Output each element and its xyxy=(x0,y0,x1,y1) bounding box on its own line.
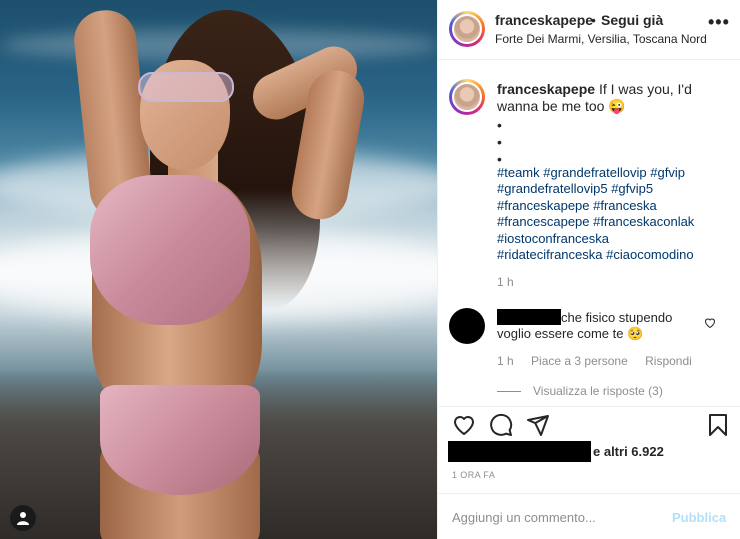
author-username[interactable]: franceskapepe xyxy=(495,12,593,28)
bookmark-icon[interactable] xyxy=(706,413,730,437)
comment-likes[interactable]: Piace a 3 persone xyxy=(531,354,628,368)
hashtag-link[interactable]: #francescapepe xyxy=(497,214,590,229)
commenter-username-redacted[interactable] xyxy=(497,309,561,325)
add-comment-bar: Pubblica xyxy=(438,493,740,539)
photo-subject xyxy=(0,0,437,539)
caption-time[interactable]: 1 h xyxy=(497,275,514,289)
hashtag-link[interactable]: #gfvip xyxy=(650,165,685,180)
post-header: franceskapepe • Segui già Forte Dei Marm… xyxy=(438,0,740,60)
caption-hashtags: #teamk #grandefratellovip #gfvip #grande… xyxy=(497,165,727,263)
following-button[interactable]: Segui già xyxy=(601,12,663,28)
post-timestamp[interactable]: 1 ORA FA xyxy=(452,470,495,480)
hashtag-link[interactable]: #franceska xyxy=(593,198,657,213)
hashtag-link[interactable]: #iostoconfranceska xyxy=(497,231,609,246)
likes-count[interactable]: e altri 6.922 xyxy=(593,444,664,459)
comment-text: che fisico stupendo xyxy=(561,310,673,325)
comment-meta: 1 h Piace a 3 persone Rispondi xyxy=(497,354,706,368)
caption-username[interactable]: franceskapepe xyxy=(497,81,595,97)
comment-icon[interactable] xyxy=(489,413,513,437)
post-actions xyxy=(438,406,740,442)
add-comment-input[interactable] xyxy=(452,510,652,525)
view-replies-button[interactable]: Visualizza le risposte (3) xyxy=(497,384,663,398)
bullet: • xyxy=(497,117,502,133)
author-avatar[interactable] xyxy=(449,11,485,47)
commenter-avatar-redacted[interactable] xyxy=(449,308,485,344)
comment-time[interactable]: 1 h xyxy=(497,354,514,368)
bullet: • xyxy=(497,134,502,150)
view-replies-label: Visualizza le risposte (3) xyxy=(533,384,663,398)
tagged-users-button[interactable] xyxy=(10,505,36,531)
caption-bullets: • • • xyxy=(497,117,502,168)
hashtag-link[interactable]: #grandefratellovip5 xyxy=(497,181,608,196)
heart-icon[interactable] xyxy=(452,413,476,437)
caption-avatar[interactable] xyxy=(449,79,485,115)
more-options-icon[interactable]: ••• xyxy=(708,12,730,33)
hashtag-link[interactable]: #ciaocomodino xyxy=(606,247,693,262)
caption: franceskapepe If I was you, I'd wanna be… xyxy=(497,81,722,115)
replies-divider xyxy=(497,391,521,393)
publish-button[interactable]: Pubblica xyxy=(672,510,726,525)
separator-dot: • xyxy=(591,12,596,28)
hashtag-link[interactable]: #ridatecifranceska xyxy=(497,247,603,262)
share-icon[interactable] xyxy=(526,413,550,437)
user-icon xyxy=(17,512,29,525)
hashtag-link[interactable]: #grandefratellovip xyxy=(543,165,646,180)
hashtag-link[interactable]: #franceskapepe xyxy=(497,198,590,213)
comments-section[interactable]: franceskapepe If I was you, I'd wanna be… xyxy=(438,61,740,406)
post-photo[interactable] xyxy=(0,0,437,539)
location-link[interactable]: Forte Dei Marmi, Versilia, Toscana Nord xyxy=(495,32,707,46)
reply-button[interactable]: Rispondi xyxy=(645,354,692,368)
liked-by-redacted[interactable] xyxy=(448,441,591,462)
comment-like-heart-icon[interactable] xyxy=(704,317,716,329)
post-side-panel: franceskapepe • Segui già Forte Dei Marm… xyxy=(437,0,740,539)
hashtag-link[interactable]: #teamk xyxy=(497,165,540,180)
hashtag-link[interactable]: #franceskaconlak xyxy=(593,214,694,229)
hashtag-link[interactable]: #gfvip5 xyxy=(611,181,653,196)
comment-text: voglio essere come te 🥺 xyxy=(497,326,644,341)
